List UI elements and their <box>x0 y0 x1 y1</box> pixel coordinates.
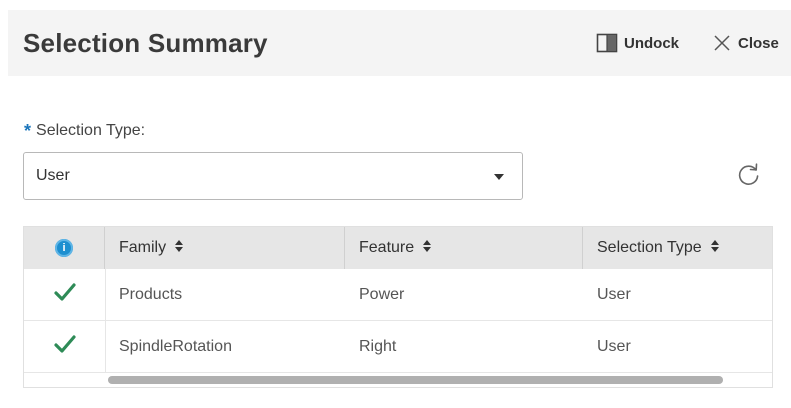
check-icon <box>53 282 76 307</box>
selection-type-value: User <box>36 167 70 184</box>
refresh-icon <box>736 163 762 192</box>
table-row[interactable]: Products Power User <box>24 269 772 321</box>
selection-type-select[interactable]: User <box>23 152 523 200</box>
feature-cell: Power <box>359 285 405 303</box>
undock-icon <box>596 32 618 54</box>
table-header-row: i Family Feature Selection Type <box>24 227 772 269</box>
panel-header: Selection Summary Undock Close <box>8 10 791 76</box>
column-header-feature[interactable]: Feature <box>345 227 583 269</box>
selection-type-cell: User <box>597 285 631 303</box>
selection-type-label: * Selection Type: <box>24 122 145 140</box>
table-row[interactable]: SpindleRotation Right User <box>24 321 772 373</box>
selection-type-label-text: Selection Type: <box>36 122 146 139</box>
sort-icon <box>710 239 719 257</box>
feature-cell: Right <box>359 337 397 355</box>
undock-label: Undock <box>624 34 680 52</box>
check-icon <box>53 334 76 359</box>
info-icon[interactable]: i <box>55 239 73 257</box>
close-label: Close <box>738 34 779 52</box>
column-header-selection-type[interactable]: Selection Type <box>583 227 772 269</box>
chevron-down-icon <box>494 174 504 180</box>
undock-button[interactable]: Undock <box>596 30 679 56</box>
column-header-label: Feature <box>359 239 415 256</box>
panel-title: Selection Summary <box>23 28 268 58</box>
required-marker: * <box>24 121 32 141</box>
column-header-label: Family <box>119 239 167 256</box>
close-icon <box>712 33 732 53</box>
column-header-family[interactable]: Family <box>105 227 345 269</box>
selection-type-cell: User <box>597 337 631 355</box>
column-divider <box>105 269 106 372</box>
sort-icon <box>423 239 432 257</box>
family-cell: SpindleRotation <box>119 337 232 355</box>
refresh-button[interactable] <box>736 162 762 193</box>
selection-table: i Family Feature Selection Type Products… <box>23 226 773 388</box>
sort-icon <box>175 239 184 257</box>
row-status-cell <box>24 321 105 372</box>
header-info-cell: i <box>24 227 105 269</box>
family-cell: Products <box>119 285 183 303</box>
scrollbar-thumb[interactable] <box>108 376 723 384</box>
close-button[interactable]: Close <box>712 30 779 56</box>
horizontal-scrollbar[interactable] <box>24 373 772 387</box>
column-header-label: Selection Type <box>597 239 702 256</box>
row-status-cell <box>24 269 105 320</box>
